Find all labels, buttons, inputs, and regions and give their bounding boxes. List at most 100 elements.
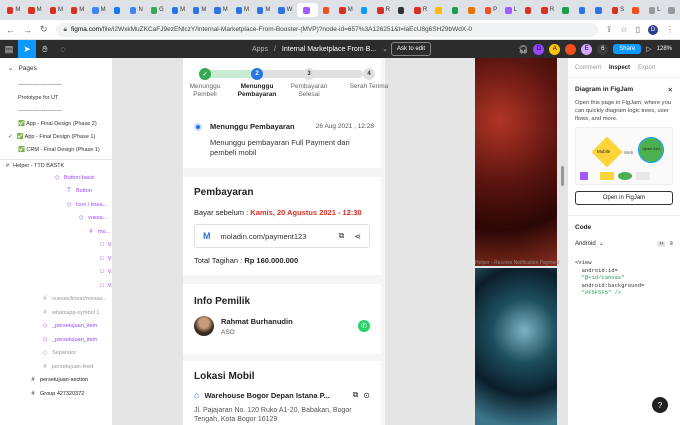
browser-tab[interactable]: M [89, 3, 108, 17]
browser-tab[interactable] [465, 3, 480, 17]
browser-tab[interactable] [592, 3, 607, 17]
layer-item[interactable]: □V... [0, 239, 112, 253]
canvas-scrollbar[interactable] [561, 166, 564, 186]
payment-link[interactable]: moladin.com/payment123 [221, 232, 307, 241]
browser-tab[interactable]: M [4, 3, 23, 17]
browser-tab[interactable]: M [190, 3, 209, 17]
layer-item[interactable]: □V... [0, 279, 112, 293]
present-icon[interactable]: ▷ [646, 45, 651, 53]
browser-tab[interactable] [449, 3, 464, 17]
open-in-figjam-button[interactable]: Open in FigJam [575, 191, 673, 205]
share-icon[interactable]: ⇪ [606, 25, 613, 34]
browser-tab[interactable] [576, 3, 591, 17]
page-item[interactable]: ✓ ✅ App - Final Design (Phase 1) [0, 130, 112, 143]
pages-header[interactable]: ⌄ Pages [0, 58, 112, 78]
browser-tab[interactable]: M [254, 3, 273, 17]
browser-tab[interactable]: P [482, 3, 500, 17]
layer-item[interactable]: # whatsapp-symbol 1 [0, 306, 112, 320]
browser-tab[interactable] [522, 3, 537, 17]
layer-item[interactable]: # Group 427320372 [0, 387, 112, 401]
browser-tab[interactable] [320, 3, 335, 17]
headphones-icon[interactable]: 🎧︎ [518, 45, 528, 54]
chevron-down-icon[interactable]: ⌄ [382, 45, 388, 53]
tab-inspect[interactable]: Inspect [609, 65, 630, 71]
forward-icon[interactable]: → [23, 25, 32, 35]
page-item[interactable]: Prototype for UT [0, 91, 112, 104]
hand-tool-icon[interactable]: ✋︎ [36, 40, 54, 58]
browser-tab[interactable]: R [538, 3, 557, 17]
help-button[interactable]: ? [652, 397, 668, 413]
browser-tab[interactable] [395, 3, 410, 17]
browser-tab[interactable] [665, 3, 680, 17]
browser-tab[interactable]: W [275, 3, 295, 17]
side-panel-icon[interactable]: ▯ [636, 25, 640, 34]
whatsapp-icon[interactable]: ✆ [358, 320, 370, 332]
layer-item[interactable]: # persetujuan-feed [0, 360, 112, 374]
collaborator-avatar[interactable] [565, 43, 577, 55]
layer-item[interactable]: ◇ _persetujuan_item [0, 320, 112, 334]
code-view-icon[interactable]: ‹› [657, 240, 666, 247]
copy-icon[interactable]: ⧉ [353, 390, 359, 400]
browser-tab[interactable]: R [411, 3, 430, 17]
page-item[interactable]: ✅ CRM - Final Design (Phase 1) [0, 143, 112, 156]
page-item[interactable]: ✅ App - Final Design (Phase 2) [0, 117, 112, 130]
code-block[interactable]: <View android:id= "@+id/canvas" android:… [575, 259, 673, 297]
layer-item[interactable]: # persetujuan-section [0, 374, 112, 388]
layer-item[interactable]: T Button [0, 185, 112, 199]
browser-tab[interactable]: M [47, 3, 66, 17]
close-icon[interactable]: ✕ [668, 86, 673, 94]
browser-tab[interactable]: M [233, 3, 252, 17]
layer-item[interactable]: # vuesax/linear/messa... [0, 293, 112, 307]
layer-item[interactable]: ◇ Icon / linea... [0, 198, 112, 212]
breadcrumb-file[interactable]: Internal Marketplace From B... [282, 46, 376, 53]
move-tool-icon[interactable]: ➤ [18, 40, 36, 58]
browser-tab[interactable] [559, 3, 574, 17]
ask-to-edit-button[interactable]: Ask to edit [391, 42, 432, 56]
browser-tab[interactable]: M [169, 3, 188, 17]
collaborator-avatar[interactable]: 6 [597, 43, 609, 55]
zoom-level[interactable]: 128% [657, 46, 672, 52]
browser-tab[interactable] [297, 3, 318, 17]
platform-select[interactable]: Android [575, 241, 596, 247]
page-item[interactable]: ------------------------ [0, 104, 112, 117]
browser-tab[interactable]: R [374, 3, 393, 17]
browser-tab[interactable] [358, 3, 373, 17]
copy-icon[interactable]: ⧉ [339, 231, 345, 241]
layer-item[interactable]: # mo... [0, 225, 112, 239]
tab-export[interactable]: Export [638, 65, 655, 71]
breadcrumb-project[interactable]: Apps [252, 46, 268, 53]
address-bar[interactable]: 🔒︎ figma.com/file/i2WxkMuZKCaFJ9ezENlczY… [55, 22, 598, 37]
browser-tab[interactable]: L [646, 3, 664, 17]
layer-item[interactable]: ◇ _persetujuan_item [0, 333, 112, 347]
comment-tool-icon[interactable]: ◌ [54, 40, 72, 58]
browser-tab[interactable]: S [609, 3, 627, 17]
browser-tab[interactable]: M [68, 3, 87, 17]
collaborator-avatar[interactable]: D [533, 43, 545, 55]
layers-header[interactable]: # Helper - TTD BASTK [0, 159, 112, 171]
browser-tab[interactable] [432, 3, 447, 17]
reload-icon[interactable]: ↻ [40, 24, 48, 35]
browser-tab[interactable]: M [211, 3, 230, 17]
layer-item[interactable]: ◇ vuesa... [0, 212, 112, 226]
bookmark-star-icon[interactable]: ☆ [620, 25, 627, 34]
browser-tab[interactable] [629, 3, 644, 17]
collaborator-avatar[interactable]: A [549, 43, 561, 55]
browser-tab[interactable]: N [127, 3, 146, 17]
back-icon[interactable]: ← [6, 25, 15, 35]
browser-menu-icon[interactable]: ⋮ [666, 25, 674, 34]
share-icon[interactable]: ⋖ [354, 232, 361, 241]
collaborator-avatar[interactable]: E [581, 43, 593, 55]
tab-comment[interactable]: Comment [575, 65, 601, 71]
map-pin-icon[interactable]: ⊙ [363, 391, 370, 400]
browser-tab[interactable]: M [336, 3, 355, 17]
design-canvas[interactable]: ✓ 2 3 4 Menunggu Pembeli Menunggu Pembayaran… [113, 58, 567, 425]
browser-tab[interactable]: L [502, 3, 520, 17]
browser-tab[interactable] [111, 3, 126, 17]
browser-tab[interactable]: M [25, 3, 44, 17]
share-button[interactable]: Share [613, 44, 642, 54]
layer-item[interactable]: □V... [0, 252, 112, 266]
profile-avatar[interactable]: D [648, 24, 658, 35]
layer-item[interactable]: ◇ Separator [0, 347, 112, 361]
list-view-icon[interactable]: ≡ [669, 241, 673, 247]
chevron-down-icon[interactable]: ⌄ [599, 240, 604, 247]
